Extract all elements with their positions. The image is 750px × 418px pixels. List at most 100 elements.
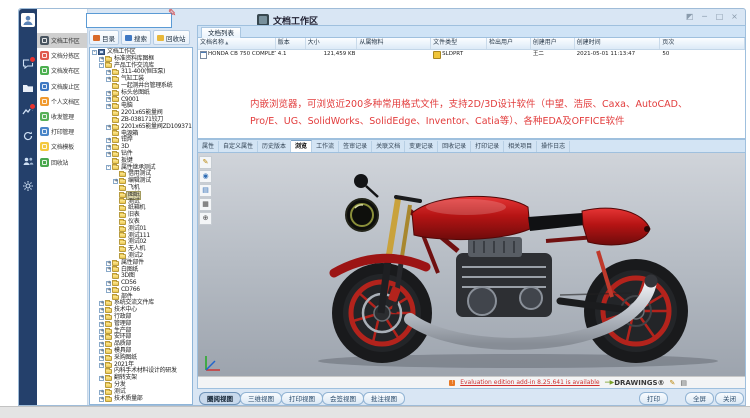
expander-icon[interactable]: + [106, 97, 111, 102]
tree-node[interactable]: 飞机 [90, 185, 192, 192]
tab-变更记录[interactable]: 变更记录 [405, 141, 438, 152]
expander-icon[interactable]: + [99, 390, 104, 395]
tree-node[interactable]: 纸箱机 [90, 205, 192, 212]
tree-node[interactable]: +钳焊 [90, 137, 192, 144]
expander-icon[interactable]: - [106, 165, 111, 170]
view-button-3[interactable]: 打印视图 [281, 392, 323, 405]
tree-node[interactable]: +白图纸 [90, 267, 192, 274]
expander-icon[interactable]: + [106, 288, 111, 293]
expander-icon[interactable]: + [106, 91, 111, 96]
tab-签审记录[interactable]: 签审记录 [339, 141, 372, 152]
tab-回收记录[interactable]: 回收记录 [438, 141, 471, 152]
expander-icon[interactable]: + [106, 125, 111, 130]
tree-toolbar-3-button[interactable]: 回收站 [153, 30, 190, 45]
sidebar-item-6[interactable]: 收发管理 [37, 109, 87, 124]
view-button-4[interactable]: 会签视图 [322, 392, 364, 405]
action-button-关闭[interactable]: 关闭 [715, 392, 744, 405]
sidebar-item-1[interactable]: 文档工作区 [37, 33, 87, 48]
expander-icon[interactable]: + [99, 301, 104, 306]
update-notice[interactable]: Evaluation edition add-in 8.25.641 is av… [460, 379, 599, 386]
tab-打印记录[interactable]: 打印记录 [471, 141, 504, 152]
expander-icon[interactable]: + [99, 57, 104, 62]
settings-icon[interactable] [22, 180, 34, 192]
expander-icon[interactable]: + [99, 376, 104, 381]
expander-icon[interactable]: + [106, 104, 111, 109]
contacts-icon[interactable] [22, 155, 34, 167]
sidebar-item-5[interactable]: 个人文档区 [37, 94, 87, 109]
sidebar-item-7[interactable]: 打印管理 [37, 124, 87, 139]
tree-node[interactable]: +标头总图纸 [90, 90, 192, 97]
tab-属性[interactable]: 属性 [198, 141, 219, 152]
view-button-2[interactable]: 三维视图 [240, 392, 282, 405]
expander-icon[interactable]: + [106, 145, 111, 150]
tree-node[interactable]: 电源箱 [90, 131, 192, 138]
expander-icon[interactable]: + [106, 138, 111, 143]
expander-icon[interactable]: + [113, 179, 118, 184]
expander-icon[interactable]: - [92, 50, 97, 55]
action-button-打印[interactable]: 打印 [639, 392, 668, 405]
skin-button[interactable]: ◩ [683, 11, 696, 23]
folder-icon[interactable] [22, 82, 34, 94]
annotate-pencil-icon[interactable]: ✎ [670, 378, 676, 388]
expander-icon[interactable]: + [99, 342, 104, 347]
edit-pencil-icon[interactable]: ✎ [168, 8, 176, 19]
tree-node[interactable]: +CD766 [90, 287, 192, 294]
tab-历史版本[interactable]: 历史版本 [258, 141, 291, 152]
model-viewer[interactable]: ✎◉▤▦⊕ [197, 152, 746, 389]
column-header-9[interactable]: 页次 [660, 38, 745, 49]
tree-node[interactable]: 旧表 [90, 212, 192, 219]
column-header-6[interactable]: 检出用户 [487, 38, 531, 49]
tab-自定义属性[interactable]: 自定义属性 [219, 141, 258, 152]
expander-icon[interactable]: + [106, 70, 111, 75]
camera-icon[interactable]: ◉ [199, 170, 212, 183]
refresh-icon[interactable] [22, 130, 34, 142]
tab-关联文档[interactable]: 关联文档 [372, 141, 405, 152]
expander-icon[interactable]: + [99, 349, 104, 354]
table-row[interactable]: HONDA CB 750 COMPLET.SLDPRT4.1121,459 KB… [198, 50, 745, 59]
column-header-8[interactable]: 创建时间 [575, 38, 661, 49]
expander-icon[interactable]: + [99, 356, 104, 361]
view-button-1[interactable]: 圈阅视图 [199, 392, 241, 405]
expander-icon[interactable]: + [106, 261, 111, 266]
view-button-5[interactable]: 批注视图 [363, 392, 405, 405]
expander-icon[interactable]: + [99, 308, 104, 313]
tree-node[interactable]: +技术质量部 [90, 396, 192, 403]
chat-icon[interactable] [22, 58, 34, 70]
zoom-icon[interactable]: ⊕ [199, 212, 212, 225]
maximize-button[interactable]: □ [713, 11, 726, 23]
column-header-1[interactable]: 文档名称 ▲ [198, 38, 276, 49]
printer-icon[interactable]: ▦ [199, 198, 212, 211]
expander-icon[interactable]: + [106, 281, 111, 286]
expander-icon[interactable]: + [106, 152, 111, 157]
tab-工作流[interactable]: 工作流 [312, 141, 339, 152]
minimize-button[interactable]: ─ [698, 11, 711, 23]
expander-icon[interactable]: - [99, 63, 104, 68]
tree-node[interactable]: +钻件 [90, 151, 192, 158]
tree-node[interactable]: +C9001 [90, 97, 192, 104]
avatar-icon[interactable] [21, 13, 35, 27]
column-header-2[interactable]: 版本 [276, 38, 306, 49]
expander-icon[interactable]: + [99, 397, 104, 402]
expander-icon[interactable]: + [99, 363, 104, 368]
sidebar-item-8[interactable]: 文档模板 [37, 139, 87, 154]
tab-浏览[interactable]: 浏览 [291, 140, 312, 152]
expander-icon[interactable]: + [106, 267, 111, 272]
activity-icon[interactable] [22, 105, 34, 117]
sidebar-item-9[interactable]: 回收站 [37, 155, 87, 170]
sidebar-item-3[interactable]: 文档发布区 [37, 63, 87, 78]
layers-icon[interactable]: ▤ [199, 184, 212, 197]
expander-icon[interactable]: + [99, 335, 104, 340]
column-header-3[interactable]: 大小 [306, 38, 358, 49]
tree-node[interactable]: +属性部件 [90, 260, 192, 267]
column-header-4[interactable]: 从属物料 [357, 38, 431, 49]
tree-toolbar-2-button[interactable]: 搜索 [121, 30, 151, 45]
action-button-全屏[interactable]: 全屏 [685, 392, 714, 405]
search-input[interactable] [86, 13, 172, 28]
print-icon[interactable]: ▤ [680, 378, 687, 388]
column-header-5[interactable]: 文件类型 [431, 38, 487, 49]
expander-icon[interactable]: + [99, 322, 104, 327]
tree-node[interactable]: +编辑测试 [90, 178, 192, 185]
sidebar-item-4[interactable]: 文档废止区 [37, 79, 87, 94]
close-button[interactable]: × [728, 11, 741, 23]
pencil-icon[interactable]: ✎ [199, 156, 212, 169]
